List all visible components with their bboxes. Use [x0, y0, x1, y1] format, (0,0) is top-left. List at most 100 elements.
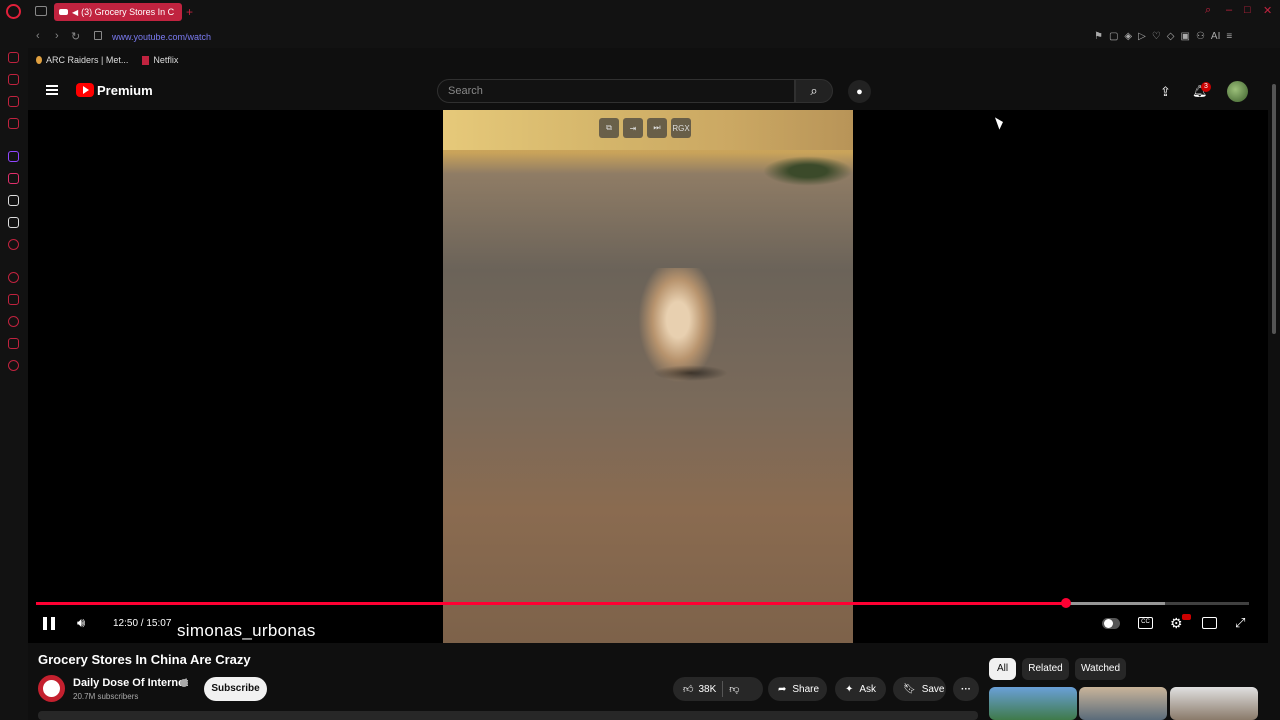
captions-icon[interactable]: CC	[1138, 617, 1153, 629]
like-count: 38K	[698, 683, 717, 695]
video-title: Grocery Stores In China Are Crazy	[38, 652, 251, 667]
miniplayer-icon[interactable]	[1202, 617, 1217, 629]
volume-icon[interactable]: 🔊︎	[77, 615, 85, 631]
popout-icon[interactable]: ⇥	[623, 118, 643, 138]
new-tab-button[interactable]: +	[186, 5, 193, 19]
video-overlay-controls: ⧉ ⇥ ⏭︎ RGX	[599, 118, 691, 138]
bookmark-icon[interactable]: ⚑	[1094, 31, 1103, 42]
share-button[interactable]: ➦ Share	[768, 677, 827, 701]
youtube-premium-label[interactable]: Premium	[97, 83, 153, 98]
chip-watched[interactable]: Watched	[1075, 658, 1126, 680]
settings-icon[interactable]	[8, 360, 19, 371]
tab-manager-icon[interactable]	[35, 6, 47, 16]
ask-button[interactable]: ✦ Ask	[835, 677, 886, 701]
bookmark-icon: 🔖︎	[903, 683, 916, 695]
shield-icon[interactable]: ◈	[1124, 31, 1132, 42]
upload-icon[interactable]: ⇪	[1160, 84, 1171, 100]
snapshot-icon[interactable]: ▢	[1109, 31, 1118, 42]
video-frame[interactable]	[443, 110, 853, 643]
netflix-favicon-icon	[142, 55, 150, 65]
more-actions-button[interactable]: ···	[953, 677, 979, 701]
player-icon[interactable]	[8, 272, 19, 283]
user-avatar[interactable]	[1227, 81, 1248, 102]
recommended-thumbnail[interactable]	[989, 687, 1077, 720]
opera-logo-icon[interactable]	[6, 4, 21, 19]
next-icon[interactable]: ⏭︎	[647, 118, 667, 138]
minimize-icon[interactable]: –	[1226, 4, 1232, 16]
video-scene-bush	[763, 156, 853, 186]
sparkle-icon: ✦	[845, 683, 854, 695]
tiktok-icon[interactable]	[8, 195, 19, 206]
bookmark-arc-raiders[interactable]: ARC Raiders | Met...	[36, 55, 128, 65]
share-icon: ➦	[778, 683, 787, 695]
thumbs-down-icon[interactable]: 👎︎	[729, 683, 739, 695]
channel-name[interactable]: Daily Dose Of Internet	[73, 677, 188, 689]
twitch-icon[interactable]	[8, 151, 19, 162]
messenger-icon[interactable]	[8, 118, 19, 129]
recommended-thumbnail[interactable]	[1079, 687, 1167, 720]
voice-search-button[interactable]: ●	[848, 80, 871, 103]
menu-icon[interactable]: ≡	[1226, 31, 1232, 42]
subscriber-count: 20.7M subscribers	[73, 692, 139, 701]
extensions-icon[interactable]	[8, 338, 19, 349]
share-label: Share	[792, 683, 820, 695]
maximize-icon[interactable]: □	[1244, 4, 1251, 16]
youtube-logo-icon[interactable]	[76, 83, 94, 97]
wallet-icon[interactable]: ▣	[1181, 31, 1190, 42]
microphone-icon: ●	[856, 85, 863, 98]
progress-bar[interactable]	[36, 598, 1249, 608]
bookmark-label: ARC Raiders | Met...	[46, 55, 129, 65]
settings-gear-icon[interactable]: ⚙	[1170, 615, 1183, 632]
url-field[interactable]: www.youtube.com/watch	[112, 32, 211, 42]
page-scrollbar[interactable]	[1268, 72, 1280, 720]
music-icon[interactable]	[8, 239, 19, 250]
bookmark-netflix[interactable]: Netflix	[142, 55, 178, 65]
pin-icon[interactable]	[8, 294, 19, 305]
reload-icon[interactable]: ↻	[71, 30, 80, 43]
browser-tab-active[interactable]: ◀ (3) Grocery Stores In C	[54, 3, 182, 21]
address-bar	[28, 26, 1280, 48]
progress-played	[36, 602, 1066, 605]
aria-icon[interactable]	[8, 52, 19, 63]
close-icon[interactable]: ✕	[1263, 4, 1272, 17]
forward-icon[interactable]: ›	[55, 30, 59, 42]
extensions-icon[interactable]: ◇	[1167, 31, 1175, 42]
instagram-icon[interactable]	[8, 173, 19, 184]
subscribe-button[interactable]: Subscribe	[204, 677, 267, 701]
divider	[722, 681, 724, 697]
recommended-thumbnail[interactable]	[1170, 687, 1258, 720]
description-box-edge[interactable]	[38, 711, 978, 720]
speaker-icon[interactable]: ◀	[72, 8, 78, 17]
progress-scrubber[interactable]	[1060, 598, 1071, 608]
heart-icon[interactable]: ♡	[1152, 31, 1161, 42]
play-icon[interactable]: ▷	[1138, 31, 1146, 42]
search-input[interactable]: Search	[437, 79, 795, 103]
ai-label[interactable]: AI	[1211, 31, 1220, 42]
pinboard-icon[interactable]	[8, 96, 19, 107]
history-icon[interactable]	[8, 316, 19, 327]
search-button[interactable]: ⌕	[795, 79, 833, 103]
pause-icon[interactable]	[43, 617, 55, 630]
hamburger-menu-icon[interactable]	[46, 85, 58, 95]
like-button[interactable]: 👍︎ 38K	[683, 683, 717, 696]
browser-sidebar	[0, 26, 28, 720]
video-watermark: simonas_urbonas	[177, 621, 316, 640]
search-icon[interactable]: ⌕	[1205, 4, 1211, 17]
back-icon[interactable]: ‹	[36, 30, 40, 42]
save-button[interactable]: 🔖︎ Save	[893, 677, 946, 701]
autoplay-toggle[interactable]	[1102, 618, 1120, 629]
fullscreen-icon[interactable]: ⤢	[1235, 615, 1245, 631]
extension-toolbar: ⚑ ▢ ◈ ▷ ♡ ◇ ▣ ⚇ AI ≡	[1094, 31, 1232, 42]
more-horizontal-icon: ···	[961, 683, 971, 695]
x-twitter-icon[interactable]	[8, 217, 19, 228]
account-icon[interactable]: ⚇	[1196, 31, 1205, 42]
workspace-icon[interactable]	[8, 74, 19, 85]
channel-avatar[interactable]	[38, 675, 65, 702]
pip-icon[interactable]: ⧉	[599, 118, 619, 138]
lock-icon	[94, 31, 102, 40]
rgx-button[interactable]: RGX	[671, 118, 691, 138]
like-dislike-group: 👍︎ 38K 👎︎	[673, 677, 763, 701]
chip-related[interactable]: Related	[1022, 658, 1069, 680]
chip-all[interactable]: All	[989, 658, 1016, 680]
scrollbar-thumb[interactable]	[1272, 84, 1276, 334]
